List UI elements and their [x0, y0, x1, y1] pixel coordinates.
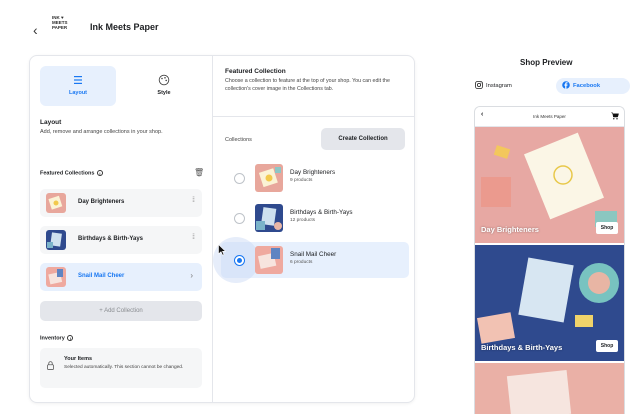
- preview-platform-tabs: Instagram Facebook: [475, 76, 635, 96]
- collection-thumbnail: [46, 230, 66, 250]
- divider: [213, 116, 414, 117]
- tab-label: Layout: [68, 90, 88, 96]
- shop-logo: INK ♥ MEETS PAPER: [52, 15, 78, 30]
- facebook-icon: [562, 81, 570, 90]
- tab-label: Facebook: [573, 83, 601, 89]
- collection-thumbnail: [255, 246, 283, 274]
- tab-layout[interactable]: Layout: [40, 66, 116, 106]
- drag-handle-icon[interactable]: ⁞⁞: [192, 197, 195, 204]
- collection-name: Day Brighteners: [78, 199, 125, 205]
- product-count: 9 products: [290, 178, 313, 183]
- collection-option[interactable]: Day Brighteners 9 products: [221, 160, 409, 196]
- heading-text: Inventory: [40, 335, 65, 342]
- layout-sidebar: Layout Style Layout Add, remove and arra…: [30, 56, 212, 402]
- featured-collection-desc: Choose a collection to feature at the to…: [225, 78, 390, 92]
- collection-thumbnail: [255, 204, 283, 232]
- collection-name: Birthdays & Birth-Yays: [290, 209, 353, 216]
- hero-caption: Birthdays & Birth-Yays: [481, 343, 563, 352]
- back-button[interactable]: ‹: [33, 22, 38, 38]
- hero-banner[interactable]: Day Brighteners Shop: [475, 127, 624, 243]
- cart-icon: [611, 112, 619, 120]
- collection-row[interactable]: Birthdays & Birth-Yays ⁞⁞: [40, 226, 202, 254]
- add-collection-button[interactable]: + Add Collection: [40, 301, 202, 321]
- tab-style[interactable]: Style: [126, 66, 202, 106]
- radio-button[interactable]: [234, 213, 245, 224]
- hero-banner-partial: [475, 363, 624, 414]
- collection-row-selected[interactable]: Snail Mail Cheer ›: [40, 263, 202, 291]
- shop-button[interactable]: Shop: [596, 222, 618, 234]
- collection-name: Day Brighteners: [290, 169, 336, 176]
- radio-button[interactable]: [234, 173, 245, 184]
- collection-thumbnail: [46, 267, 66, 287]
- phone-shop-title: Ink Meets Paper: [533, 114, 566, 119]
- featured-collections-heading: Featured Collections i: [40, 170, 103, 176]
- lock-icon: [47, 361, 54, 370]
- collections-label: Collections: [225, 137, 252, 143]
- collection-option[interactable]: Birthdays & Birth-Yays 12 products: [221, 200, 409, 236]
- collection-thumbnail: [46, 193, 66, 213]
- featured-collection-panel: Featured Collection Choose a collection …: [213, 56, 414, 402]
- layout-editor-panel: Layout Style Layout Add, remove and arra…: [29, 55, 415, 403]
- inventory-heading: Inventory i: [40, 335, 74, 342]
- collection-option-selected[interactable]: Snail Mail Cheer 6 products: [213, 237, 409, 283]
- section-description: Add, remove and arrange collections in y…: [40, 129, 163, 135]
- radio-button-selected[interactable]: [234, 255, 245, 266]
- info-icon[interactable]: i: [67, 335, 74, 341]
- hero-caption: Day Brighteners: [481, 225, 539, 234]
- palette-icon: [158, 74, 170, 86]
- logo-line: PAPER: [52, 25, 68, 30]
- layout-icon: [74, 76, 82, 84]
- hero-image: [475, 363, 624, 414]
- shop-button[interactable]: Shop: [596, 340, 618, 352]
- collection-thumbnail: [255, 164, 283, 192]
- collection-name: Snail Mail Cheer: [78, 273, 125, 279]
- create-collection-button[interactable]: Create Collection: [321, 128, 405, 150]
- collection-row[interactable]: Day Brighteners ⁞⁞: [40, 189, 202, 217]
- phone-header: ‹ Ink Meets Paper: [475, 107, 624, 127]
- section-title: Layout: [40, 119, 62, 126]
- inventory-item-title: Your Items: [64, 356, 93, 362]
- trash-icon[interactable]: 🗑: [194, 168, 204, 177]
- featured-collection-title: Featured Collection: [225, 68, 286, 75]
- page-title: Ink Meets Paper: [90, 22, 159, 32]
- chevron-right-icon[interactable]: ›: [190, 271, 193, 280]
- hero-banner[interactable]: Birthdays & Birth-Yays Shop: [475, 245, 624, 361]
- product-count: 6 products: [290, 260, 313, 265]
- product-count: 12 products: [290, 218, 316, 223]
- inventory-item: Your Items Selected automatically. This …: [40, 348, 202, 388]
- drag-handle-icon[interactable]: ⁞⁞: [192, 234, 195, 241]
- tab-facebook[interactable]: Facebook: [556, 78, 630, 94]
- collection-name: Snail Mail Cheer: [290, 251, 337, 258]
- tab-label: Style: [157, 90, 171, 96]
- info-icon[interactable]: i: [96, 170, 103, 176]
- tab-instagram[interactable]: Instagram: [475, 78, 512, 94]
- inventory-item-desc: Selected automatically. This section can…: [64, 365, 184, 370]
- phone-preview: ‹ Ink Meets Paper Day Brighteners Shop B…: [474, 106, 625, 414]
- collection-name: Birthdays & Birth-Yays: [78, 236, 144, 242]
- instagram-icon: [475, 81, 483, 90]
- mouse-cursor-icon: [218, 244, 226, 256]
- tab-label: Instagram: [486, 83, 512, 89]
- heading-text: Featured Collections: [40, 170, 95, 177]
- shop-preview-title: Shop Preview: [520, 58, 573, 67]
